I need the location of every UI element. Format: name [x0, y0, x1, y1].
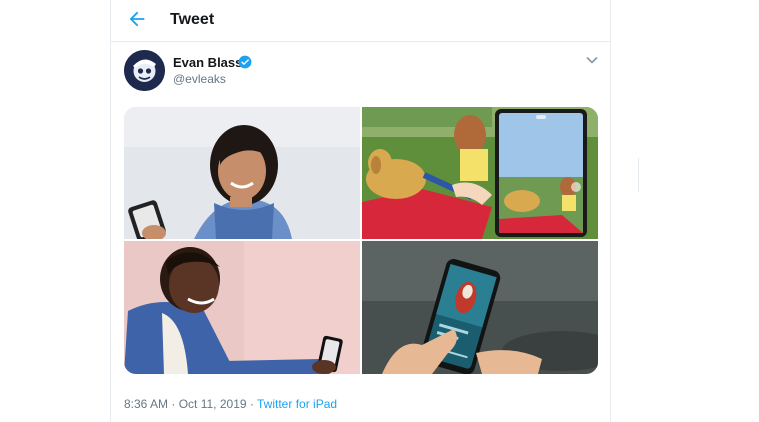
- separator-dot: ·: [171, 397, 176, 411]
- tweet-metadata: 8:36 AM · Oct 11, 2019 · Twitter for iPa…: [124, 397, 337, 411]
- media-photo-1[interactable]: [124, 107, 360, 239]
- separator-dot: ·: [249, 397, 254, 411]
- timeline-right-border: [610, 0, 611, 422]
- media-photo-2[interactable]: [362, 107, 598, 239]
- page-title: Tweet: [170, 11, 215, 28]
- tweet-date[interactable]: Oct 11, 2019: [179, 397, 247, 411]
- source-link[interactable]: Twitter for iPad: [257, 397, 337, 411]
- sidebar-divider: [638, 158, 639, 192]
- avatar[interactable]: [124, 50, 165, 91]
- arrow-left-icon[interactable]: [126, 8, 148, 30]
- author-handle[interactable]: @evleaks: [173, 72, 226, 86]
- media-photo-4[interactable]: [362, 241, 598, 374]
- chevron-down-icon[interactable]: [586, 55, 598, 65]
- media-grid: [124, 107, 598, 374]
- media-photo-3[interactable]: [124, 241, 360, 374]
- verified-badge-icon: [238, 55, 252, 69]
- header-divider: [111, 41, 610, 42]
- timeline-left-border: [110, 0, 111, 422]
- author-name[interactable]: Evan Blass: [173, 55, 242, 71]
- tweet-time[interactable]: 8:36 AM: [124, 397, 168, 411]
